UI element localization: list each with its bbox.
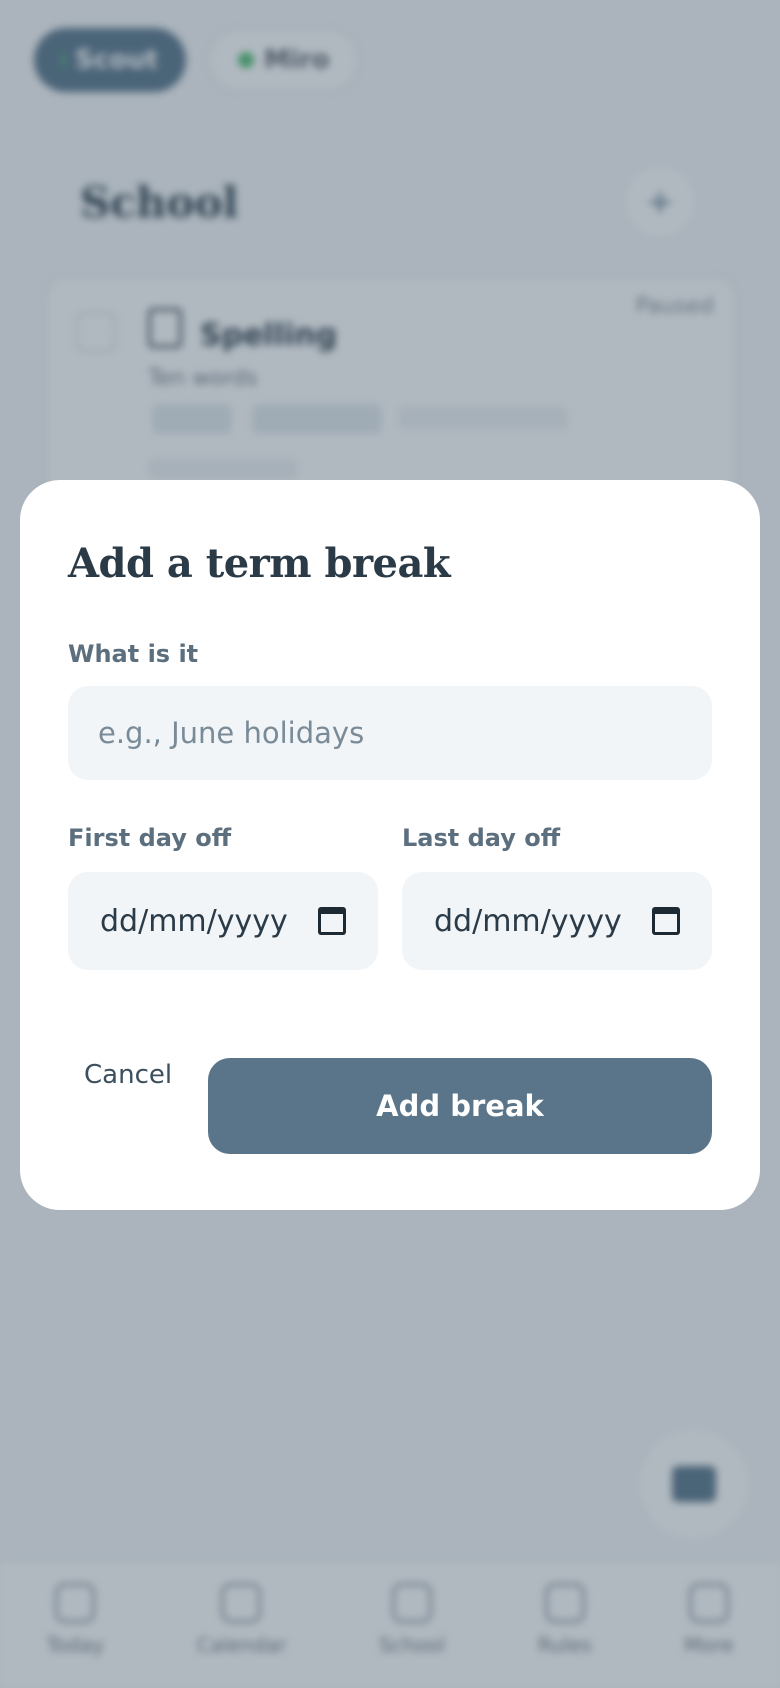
add-break-button[interactable]: Add break <box>208 1058 712 1154</box>
last-day-label: Last day off <box>402 824 561 852</box>
dialog-title: Add a term break <box>68 540 451 587</box>
first-day-input[interactable]: dd/mm/yyyy <box>68 872 378 970</box>
first-day-label: First day off <box>68 824 232 852</box>
what-label: What is it <box>68 640 199 668</box>
last-day-value: dd/mm/yyyy <box>434 903 622 939</box>
first-day-value: dd/mm/yyyy <box>100 903 288 939</box>
calendar-icon[interactable] <box>652 907 680 935</box>
break-name-input[interactable] <box>68 686 712 780</box>
cancel-button[interactable]: Cancel <box>84 1060 172 1090</box>
calendar-icon[interactable] <box>318 907 346 935</box>
term-break-dialog: Add a term break What is it First day of… <box>20 480 760 1210</box>
last-day-input[interactable]: dd/mm/yyyy <box>402 872 712 970</box>
